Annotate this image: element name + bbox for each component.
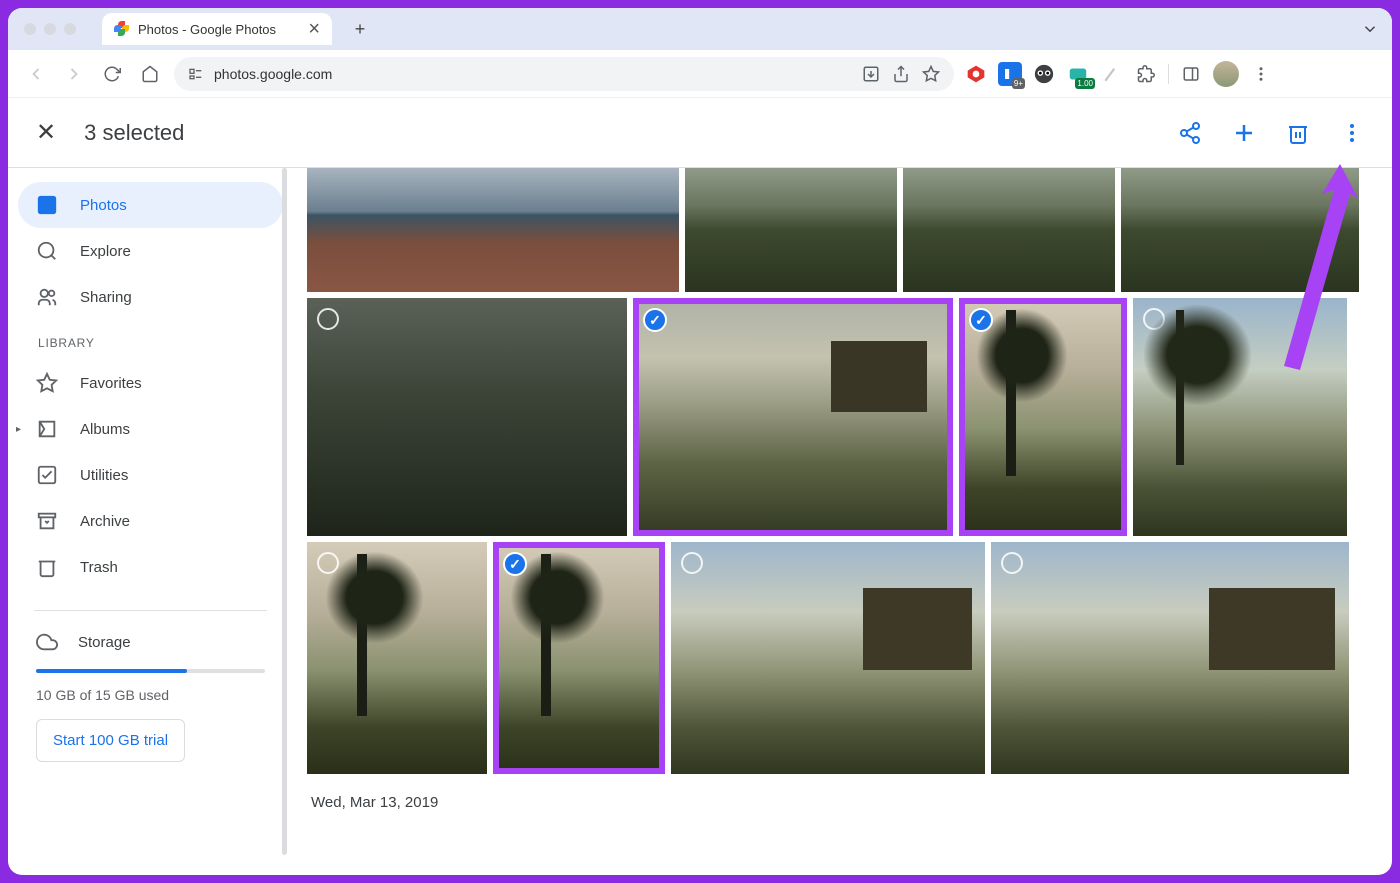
nav-label: Trash — [80, 559, 118, 576]
more-options-icon[interactable] — [1340, 121, 1364, 145]
nav-label: Albums — [80, 421, 130, 438]
sidebar-item-utilities[interactable]: Utilities — [18, 452, 283, 498]
site-settings-icon — [188, 66, 204, 82]
photo-thumbnail-selected[interactable] — [633, 298, 953, 536]
side-panel-icon[interactable] — [1179, 62, 1203, 86]
nav-label: Sharing — [80, 289, 132, 306]
photo-grid: Wed, Mar 13, 2019 — [293, 168, 1392, 875]
nav-label: Explore — [80, 243, 131, 260]
sidebar-item-favorites[interactable]: Favorites — [18, 360, 283, 406]
nav-label: Favorites — [80, 375, 142, 392]
search-icon — [36, 240, 58, 262]
delete-button-icon[interactable] — [1286, 121, 1310, 145]
checkmark-icon[interactable] — [643, 308, 667, 332]
photo-thumbnail[interactable] — [685, 168, 897, 292]
bookmark-star-icon[interactable] — [922, 65, 940, 83]
extension-icon[interactable]: 9+ — [998, 62, 1022, 86]
select-circle[interactable] — [681, 552, 703, 574]
extension-icon[interactable] — [1032, 62, 1056, 86]
nav-label: Photos — [80, 197, 127, 214]
share-icon[interactable] — [892, 65, 910, 83]
album-icon — [36, 418, 58, 440]
tab-title: Photos - Google Photos — [138, 22, 276, 37]
start-trial-button[interactable]: Start 100 GB trial — [36, 719, 185, 762]
forward-button[interactable] — [60, 60, 88, 88]
storage-bar — [36, 669, 265, 673]
close-window[interactable] — [24, 23, 36, 35]
cloud-icon — [36, 631, 58, 653]
checkmark-icon[interactable] — [969, 308, 993, 332]
select-circle[interactable] — [1001, 552, 1023, 574]
extension-icon[interactable]: 1.00 — [1066, 62, 1090, 86]
storage-usage: 10 GB of 15 GB used — [36, 687, 265, 703]
add-to-button-icon[interactable] — [1232, 121, 1256, 145]
divider — [34, 610, 267, 611]
archive-icon — [36, 510, 58, 532]
tab-overflow-icon[interactable] — [1358, 17, 1382, 41]
minimize-window[interactable] — [44, 23, 56, 35]
photo-thumbnail[interactable] — [307, 168, 679, 292]
clear-selection-button[interactable]: ✕ — [36, 118, 56, 147]
window-controls[interactable] — [24, 23, 76, 35]
storage-label: Storage — [78, 634, 131, 651]
photo-thumbnail[interactable] — [307, 298, 627, 536]
new-tab-button[interactable]: + — [346, 15, 374, 43]
photo-thumbnail[interactable] — [671, 542, 985, 774]
address-bar[interactable]: photos.google.com — [174, 57, 954, 91]
selection-count: 3 selected — [84, 120, 184, 146]
select-circle[interactable] — [317, 552, 339, 574]
utilities-icon — [36, 464, 58, 486]
reload-button[interactable] — [98, 60, 126, 88]
select-circle[interactable] — [317, 308, 339, 330]
sidebar-item-archive[interactable]: Archive — [18, 498, 283, 544]
extensions-menu-icon[interactable] — [1134, 62, 1158, 86]
select-circle[interactable] — [1143, 308, 1165, 330]
photo-thumbnail[interactable] — [307, 542, 487, 774]
sidebar-item-storage[interactable]: Storage — [36, 631, 265, 653]
install-icon[interactable] — [862, 65, 880, 83]
browser-toolbar: photos.google.com 9+ 1.00 — [8, 50, 1392, 98]
sidebar-item-explore[interactable]: Explore — [18, 228, 283, 274]
photo-icon — [36, 194, 58, 216]
date-header: Wed, Mar 13, 2019 — [307, 780, 1392, 817]
profile-avatar[interactable] — [1213, 61, 1239, 87]
extension-icon[interactable] — [1100, 62, 1124, 86]
storage-section: Storage 10 GB of 15 GB used Start 100 GB… — [18, 631, 283, 762]
sidebar: Photos Explore Sharing LIBRARY Favorites… — [8, 168, 293, 875]
photo-thumbnail-selected[interactable] — [493, 542, 665, 774]
sidebar-item-trash[interactable]: Trash — [18, 544, 283, 590]
photo-thumbnail[interactable] — [1121, 168, 1359, 292]
sidebar-item-albums[interactable]: ▸ Albums — [18, 406, 283, 452]
nav-label: Utilities — [80, 467, 128, 484]
extensions-area: 9+ 1.00 — [964, 61, 1273, 87]
close-tab-icon[interactable]: × — [308, 18, 320, 41]
sidebar-item-photos[interactable]: Photos — [18, 182, 283, 228]
checkmark-icon[interactable] — [503, 552, 527, 576]
trash-icon — [36, 556, 58, 578]
back-button[interactable] — [22, 60, 50, 88]
sidebar-item-sharing[interactable]: Sharing — [18, 274, 283, 320]
maximize-window[interactable] — [64, 23, 76, 35]
star-icon — [36, 372, 58, 394]
share-button-icon[interactable] — [1178, 121, 1202, 145]
photo-thumbnail[interactable] — [1133, 298, 1347, 536]
browser-tab[interactable]: Photos - Google Photos × — [102, 13, 332, 45]
caret-icon: ▸ — [16, 424, 21, 435]
photo-thumbnail[interactable] — [903, 168, 1115, 292]
home-button[interactable] — [136, 60, 164, 88]
selection-bar: ✕ 3 selected — [8, 98, 1392, 168]
nav-label: Archive — [80, 513, 130, 530]
adblock-extension-icon[interactable] — [964, 62, 988, 86]
url-text: photos.google.com — [214, 66, 332, 82]
google-photos-favicon — [114, 21, 130, 37]
people-icon — [36, 286, 58, 308]
browser-menu-icon[interactable] — [1249, 62, 1273, 86]
browser-tab-strip: Photos - Google Photos × + — [8, 8, 1392, 50]
library-section-label: LIBRARY — [18, 320, 283, 360]
photo-thumbnail-selected[interactable] — [959, 298, 1127, 536]
photo-thumbnail[interactable] — [991, 542, 1349, 774]
